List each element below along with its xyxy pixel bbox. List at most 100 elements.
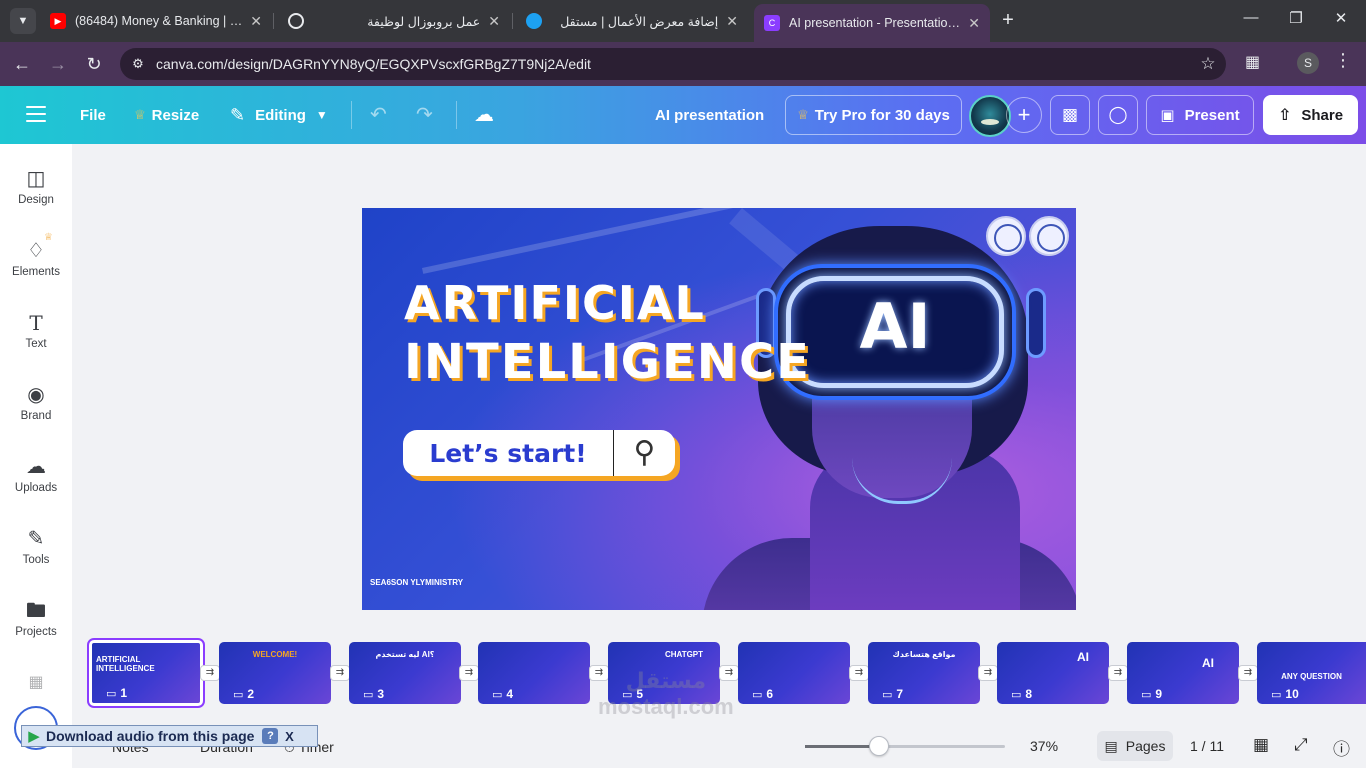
thumbnail-title: ANY QUESTION bbox=[1281, 672, 1342, 681]
resize-button[interactable]: ♕ Resize bbox=[134, 86, 199, 144]
slide-title-line1[interactable]: ARTIFICIAL bbox=[404, 276, 706, 330]
chevron-down-icon: ▼ bbox=[315, 108, 328, 122]
headset-ear-right bbox=[1026, 288, 1046, 358]
thumbnail-number: 10 bbox=[1271, 687, 1298, 701]
site-info-icon[interactable]: ⚙ bbox=[120, 56, 156, 72]
restore-icon[interactable]: ❐ bbox=[1286, 9, 1306, 27]
brand-icon: ◉ bbox=[27, 384, 45, 406]
close-window-icon[interactable]: ✕ bbox=[1331, 9, 1351, 27]
page-thumbnail-9[interactable]: AI 9 bbox=[1127, 642, 1239, 704]
pages-icon: ▤ bbox=[1104, 737, 1118, 754]
slide-canvas[interactable]: AI ARTIFICIAL INTELLIGENCE Let’s start! … bbox=[362, 208, 1076, 610]
back-icon[interactable]: ← bbox=[10, 52, 34, 76]
mostaql-watermark: مستقل mostaql.com bbox=[598, 668, 734, 720]
design-title[interactable]: AI presentation bbox=[655, 86, 764, 144]
address-bar-row: ← → ↻ ⚙ canva.com/design/DAGRnYYN8yQ/EGQ… bbox=[0, 42, 1366, 86]
close-icon[interactable]: ✕ bbox=[250, 13, 262, 30]
zoom-slider-handle[interactable] bbox=[869, 736, 889, 756]
audio-close-button[interactable]: X bbox=[282, 729, 296, 744]
transition-icon[interactable]: ⇉ bbox=[1108, 665, 1128, 681]
season-logo[interactable]: SEA6SON YLYMINISTRY bbox=[370, 578, 463, 587]
undo-icon[interactable]: ↶ bbox=[370, 102, 387, 127]
zoom-slider-track[interactable] bbox=[805, 745, 1005, 748]
vr-headset-text[interactable]: AI bbox=[786, 290, 1004, 363]
transition-icon[interactable]: ⇉ bbox=[978, 665, 998, 681]
help-icon[interactable]: ⓘ bbox=[1333, 735, 1350, 760]
fullscreen-icon[interactable]: ⤢ bbox=[1294, 735, 1308, 755]
tab-search-button[interactable]: ▼ bbox=[10, 8, 36, 34]
forward-icon[interactable]: → bbox=[46, 52, 70, 76]
redo-icon[interactable]: ↷ bbox=[416, 102, 433, 127]
audio-help-button[interactable]: ? bbox=[262, 728, 279, 744]
sidebar-item-text[interactable]: T Text bbox=[0, 308, 72, 370]
page-thumbnail-4[interactable]: 4 bbox=[478, 642, 590, 704]
slide-title-line2[interactable]: INTELLIGENCE bbox=[404, 334, 811, 390]
uploads-icon: ☁ bbox=[26, 456, 46, 478]
mostaql-icon bbox=[526, 13, 542, 29]
grid-view-icon[interactable]: ▦ bbox=[1253, 735, 1269, 755]
tab-chatgpt[interactable]: عمل بروبوزال لوظيفة ✕ bbox=[278, 4, 510, 38]
transition-icon[interactable]: ⇉ bbox=[849, 665, 869, 681]
user-avatar[interactable] bbox=[969, 95, 1011, 137]
sidebar-item-apps[interactable]: ▦ bbox=[0, 668, 72, 692]
transition-icon[interactable]: ⇉ bbox=[330, 665, 350, 681]
lets-start-searchbar[interactable]: Let’s start! ⚲ bbox=[403, 430, 675, 476]
leading-logo[interactable] bbox=[986, 216, 1026, 256]
header-divider bbox=[456, 101, 457, 129]
close-icon[interactable]: ✕ bbox=[726, 13, 738, 30]
reload-icon[interactable]: ↻ bbox=[82, 52, 106, 76]
transition-icon[interactable]: ⇉ bbox=[200, 665, 220, 681]
minimize-icon[interactable]: — bbox=[1241, 9, 1261, 26]
sidebar-item-design[interactable]: ◫ Design bbox=[0, 164, 72, 226]
close-icon[interactable]: ✕ bbox=[968, 15, 980, 32]
header-divider bbox=[351, 101, 352, 129]
bookmark-star-icon[interactable]: ☆ bbox=[1190, 54, 1226, 74]
main-menu-icon[interactable] bbox=[26, 106, 46, 122]
thumbnail-number: 9 bbox=[1141, 687, 1162, 701]
insights-chart-button[interactable]: ▩ bbox=[1050, 95, 1090, 135]
add-collaborator-button[interactable]: + bbox=[1006, 97, 1042, 133]
download-audio-label[interactable]: Download audio from this page bbox=[46, 728, 254, 744]
try-pro-button[interactable]: ♕ Try Pro for 30 days bbox=[785, 95, 962, 135]
sidebar-item-label: Elements bbox=[12, 266, 60, 278]
page-thumbnail-6[interactable]: 6 bbox=[738, 642, 850, 704]
share-button[interactable]: ⇧ Share bbox=[1263, 95, 1358, 135]
tab-mostaql[interactable]: إضافة معرض الأعمال | مستقل ✕ bbox=[516, 4, 748, 38]
pages-button[interactable]: ▤ Pages bbox=[1097, 731, 1173, 761]
sidebar-item-projects[interactable]: 🖿 Projects bbox=[0, 596, 72, 658]
tools-icon: ✎ bbox=[27, 528, 45, 550]
download-audio-bar[interactable]: ▶ Download audio from this page ? X bbox=[21, 725, 318, 747]
cloud-saved-icon[interactable]: ☁ bbox=[474, 102, 494, 127]
zoom-level[interactable]: 37% bbox=[1030, 738, 1058, 754]
url-bar[interactable]: ⚙ canva.com/design/DAGRnYYN8yQ/EGQXPVscx… bbox=[120, 48, 1226, 80]
page-thumbnail-2[interactable]: WELCOME! 2 bbox=[219, 642, 331, 704]
new-tab-button[interactable]: + bbox=[996, 9, 1020, 31]
thumbnail-number: 8 bbox=[1011, 687, 1032, 701]
file-menu[interactable]: File bbox=[80, 86, 106, 144]
tab-canva[interactable]: C AI presentation - Presentation - ✕ bbox=[754, 4, 990, 42]
close-icon[interactable]: ✕ bbox=[488, 13, 500, 30]
page-thumbnail-10[interactable]: ANY QUESTION 10 bbox=[1257, 642, 1366, 704]
page-thumbnail-3[interactable]: ليه تستخدم AI؟ 3 bbox=[349, 642, 461, 704]
comments-button[interactable]: ◯ bbox=[1098, 95, 1138, 135]
browser-menu-icon[interactable]: ⋮ bbox=[1334, 50, 1352, 71]
page-thumbnail-1[interactable]: ARTIFICIAL INTELLIGENCE 1 bbox=[87, 638, 205, 708]
transition-icon[interactable]: ⇉ bbox=[1238, 665, 1258, 681]
present-button[interactable]: ▣ Present bbox=[1146, 95, 1254, 135]
ministry-logo[interactable] bbox=[1029, 216, 1069, 256]
transition-icon[interactable]: ⇉ bbox=[459, 665, 479, 681]
sidebar-item-uploads[interactable]: ☁ Uploads bbox=[0, 452, 72, 514]
url-text[interactable]: canva.com/design/DAGRnYYN8yQ/EGQXPVscxfG… bbox=[156, 56, 1190, 72]
extensions-icon[interactable]: ▦ bbox=[1245, 52, 1260, 72]
tab-youtube[interactable]: ▶ (86484) Money & Banking | Cha ✕ bbox=[40, 4, 272, 38]
sidebar-item-tools[interactable]: ✎ Tools bbox=[0, 524, 72, 586]
thumbnail-title: ARTIFICIAL INTELLIGENCE bbox=[96, 655, 155, 673]
present-label: Present bbox=[1184, 106, 1240, 124]
sidebar-item-brand[interactable]: ◉ Brand bbox=[0, 380, 72, 442]
page-thumbnail-8[interactable]: AI 8 bbox=[997, 642, 1109, 704]
profile-avatar[interactable]: S bbox=[1297, 52, 1319, 74]
tab-title: AI presentation - Presentation - bbox=[789, 16, 961, 30]
sidebar-item-elements[interactable]: ♢ Elements bbox=[0, 236, 72, 298]
editing-mode-dropdown[interactable]: ✎ Editing ▼ bbox=[230, 86, 328, 144]
page-thumbnail-7[interactable]: مواقع هتساعدك 7 bbox=[868, 642, 980, 704]
